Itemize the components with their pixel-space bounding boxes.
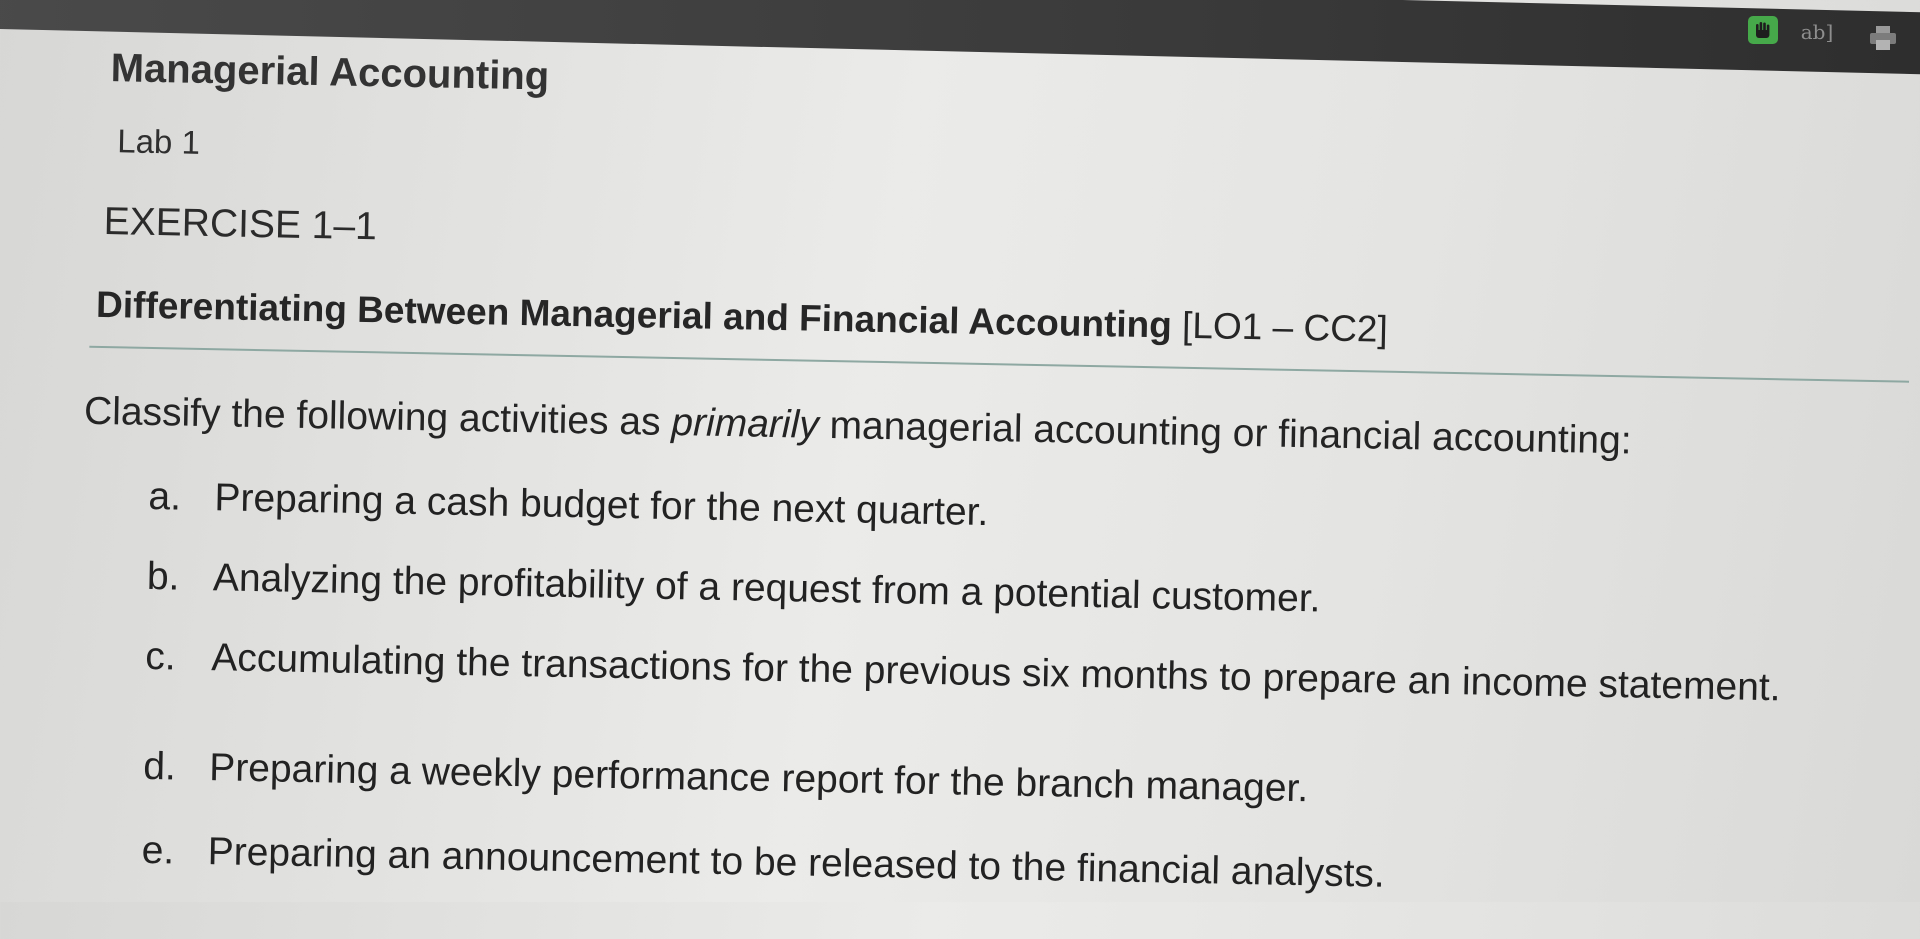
item-letter: b. — [146, 554, 180, 599]
lab-label: Lab 1 — [116, 122, 201, 161]
list-item: c. Accumulating the transactions for the … — [145, 635, 1781, 710]
section-heading: Differentiating Between Managerial and F… — [96, 284, 1388, 351]
item-letter: d. — [142, 744, 177, 789]
document-page: Managerial Accounting Lab 1 EXERCISE 1–1… — [0, 0, 1920, 939]
item-text: Preparing an announcement to be released… — [207, 830, 1386, 896]
list-item: b. Analyzing the profitability of a reque… — [147, 555, 1321, 622]
instructions-emphasis: primarily — [671, 400, 820, 447]
course-title: Managerial Accounting — [110, 46, 550, 99]
item-letter: e. — [141, 828, 175, 873]
item-text: Analyzing the profitability of a request… — [212, 556, 1321, 621]
section-divider — [89, 345, 1910, 383]
list-item: d. Preparing a weekly performance report … — [143, 745, 1309, 811]
exercise-label: EXERCISE 1–1 — [103, 200, 378, 249]
learning-objective-code: [LO1 – CC2] — [1181, 304, 1389, 350]
list-item: e. Preparing an announcement to be releas… — [141, 829, 1385, 897]
item-letter: c. — [145, 634, 177, 679]
item-text: Accumulating the transactions for the pr… — [211, 636, 1782, 710]
list-item: a. Preparing a cash budget for the next q… — [148, 475, 989, 535]
item-text: Preparing a cash budget for the next qua… — [214, 476, 989, 535]
item-letter: a. — [148, 474, 182, 519]
instructions: Classify the following activities as pri… — [84, 390, 1632, 464]
instructions-after: managerial accounting or financial accou… — [818, 403, 1633, 463]
section-heading-text: Differentiating Between Managerial and F… — [95, 283, 1173, 346]
item-text: Preparing a weekly performance report fo… — [208, 746, 1309, 811]
instructions-before: Classify the following activities as — [83, 389, 672, 444]
